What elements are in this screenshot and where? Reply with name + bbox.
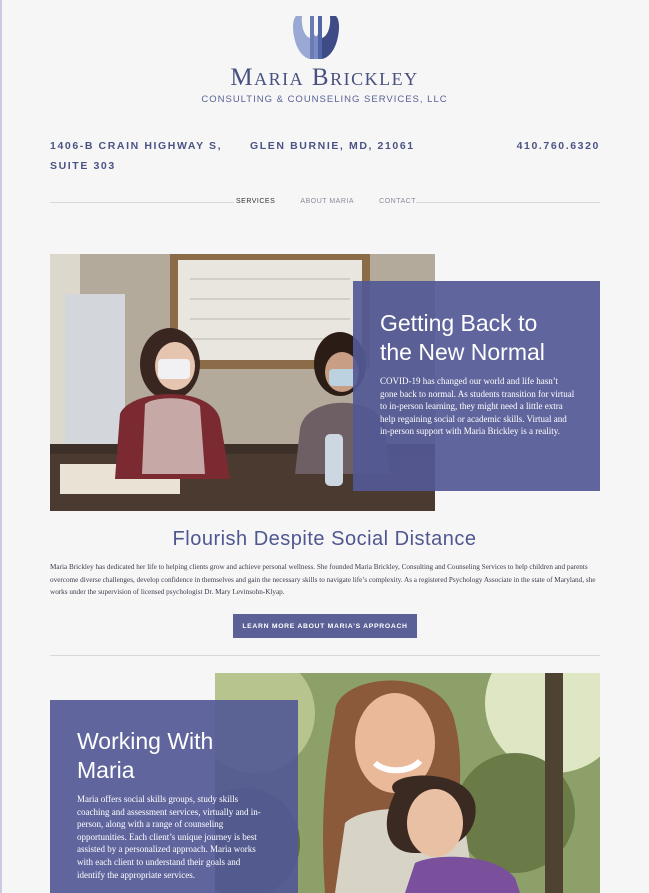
- working-with-maria-title-line-2: Maria: [77, 757, 135, 783]
- learn-more-button[interactable]: Learn more about Maria’s approach: [233, 614, 417, 638]
- brand-name[interactable]: Maria Brickley: [0, 64, 649, 92]
- working-with-maria-title: Working With Maria: [77, 727, 298, 785]
- address-line-1: 1406-B Crain Highway S,: [50, 140, 223, 152]
- working-with-maria-text: Maria offers social skills groups, study…: [77, 794, 261, 880]
- working-with-maria-panel: Working With Maria Maria offers social s…: [50, 700, 298, 893]
- new-normal-text: COVID-19 has changed our world and life …: [380, 376, 575, 437]
- new-normal-title: Getting Back to the New Normal: [380, 309, 600, 367]
- flourish-paragraph: Maria Brickley has dedicated her life to…: [50, 563, 596, 597]
- phone-number[interactable]: 410.760.6320: [517, 136, 600, 156]
- working-with-maria-title-line-1: Working With: [77, 728, 214, 754]
- section-divider: [50, 655, 600, 656]
- new-normal-panel: Getting Back to the New Normal COVID-19 …: [353, 281, 600, 491]
- main-nav: Services About Maria Contact: [236, 198, 416, 205]
- new-normal-title-line-1: Getting Back to: [380, 310, 538, 336]
- address-city: Glen Burnie, MD, 21061: [250, 140, 415, 152]
- page-left-border: [0, 0, 2, 893]
- nav-divider-left: [50, 202, 234, 203]
- flourish-heading: Flourish Despite Social Distance: [172, 528, 477, 550]
- brand-subtitle: Consulting & Counseling Services, LLC: [201, 94, 448, 105]
- nav-divider-right: [416, 202, 600, 203]
- address-street: 1406-B Crain Highway S, Suite 303: [50, 136, 230, 176]
- stylized-head-logo-icon[interactable]: [290, 14, 342, 60]
- new-normal-title-line-2: the New Normal: [380, 339, 545, 365]
- nav-item-contact[interactable]: Contact: [379, 198, 416, 205]
- nav-item-services[interactable]: Services: [236, 198, 275, 205]
- address-line-2: Suite 303: [50, 160, 116, 172]
- nav-item-about-maria[interactable]: About Maria: [300, 198, 354, 205]
